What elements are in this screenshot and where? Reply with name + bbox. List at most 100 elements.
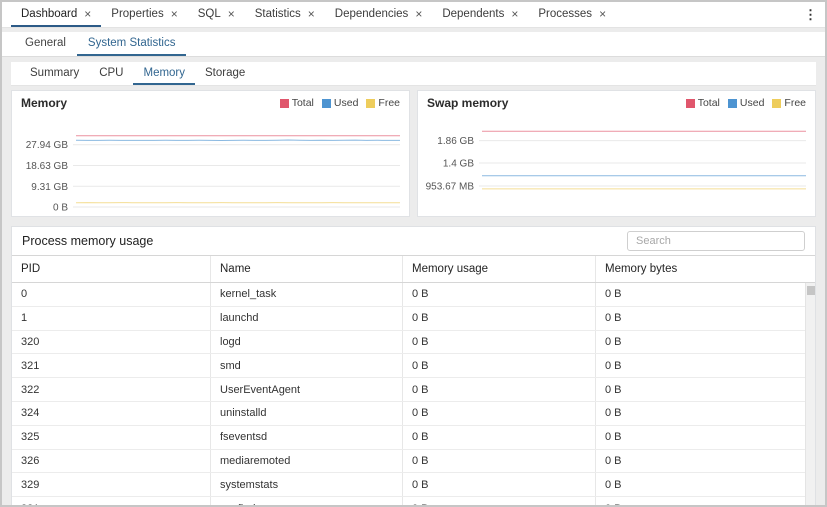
cell-memory-bytes: 0 B [596,331,815,354]
tab-label: Dependents [442,8,504,20]
column-header-name[interactable]: Name [211,256,403,282]
cell-memory-usage: 0 B [403,426,596,449]
close-icon[interactable]: × [415,8,422,20]
cell-pid: 321 [12,354,211,377]
legend-swatch-icon [728,99,737,108]
cell-memory-usage: 0 B [403,402,596,425]
cell-name: UserEventAgent [211,378,403,401]
process-panel-header: Process memory usage [12,227,815,255]
tab-label: Processes [538,8,592,20]
tab-processes[interactable]: Processes × [528,2,616,27]
table-row[interactable]: 329systemstats0 B0 B [12,473,815,497]
table-row[interactable]: 331configd0 B0 B [12,497,815,507]
legend-item-used: Used [322,97,359,109]
table-row[interactable]: 324uninstalld0 B0 B [12,402,815,426]
table-row[interactable]: 322UserEventAgent0 B0 B [12,378,815,402]
system-statistics-tabbar: SummaryCPUMemoryStorage [11,62,816,86]
cell-memory-usage: 0 B [403,497,596,507]
legend-label: Used [334,97,359,109]
swap-chart-header: Swap memory Total Used Free [418,91,815,115]
scrollbar-thumb[interactable] [807,286,815,295]
cell-name: launchd [211,307,403,330]
table-row[interactable]: 321smd0 B0 B [12,354,815,378]
legend-label: Free [378,97,400,109]
close-icon[interactable]: × [84,8,91,20]
column-header-memory-bytes[interactable]: Memory bytes [596,256,815,282]
memory-chart-legend: Total Used Free [280,97,400,109]
main-tabbar: Dashboard×Properties×SQL×Statistics×Depe… [2,2,825,28]
cell-pid: 329 [12,473,211,496]
svg-text:27.94 GB: 27.94 GB [26,140,69,151]
svg-text:1.86 GB: 1.86 GB [437,136,474,147]
memory-chart-canvas: 27.94 GB18.63 GB9.31 GB0 B [12,115,409,216]
process-table-body: 0kernel_task0 B0 B1launchd0 B0 B320logd0… [12,283,815,507]
cell-memory-bytes: 0 B [596,497,815,507]
table-row[interactable]: 0kernel_task0 B0 B [12,283,815,307]
cell-memory-bytes: 0 B [596,378,815,401]
column-header-pid[interactable]: PID [12,256,211,282]
tab-system-statistics[interactable]: System Statistics [77,32,187,56]
tab-storage[interactable]: Storage [195,62,255,85]
memory-chart-panel: Memory TotalUsedFree 27.94 GB18.63 GB9.3… [11,90,410,217]
cell-name: systemstats [211,473,403,496]
close-icon[interactable]: × [511,8,518,20]
cell-pid: 1 [12,307,211,330]
legend-swatch-icon [686,99,695,108]
process-panel-title: Process memory usage [22,234,153,248]
tab-label: Dependencies [335,8,409,20]
tab-dashboard[interactable]: Dashboard× [11,2,101,27]
kebab-menu-icon[interactable]: ⋮ [804,7,817,23]
table-row[interactable]: 320logd0 B0 B [12,331,815,355]
tab-dependents[interactable]: Dependents × [432,2,528,27]
legend-label: Total [698,97,720,109]
chart-svg: 27.94 GB18.63 GB9.31 GB0 B [12,115,409,216]
tab-memory[interactable]: Memory [133,62,195,85]
memory-chart-title: Memory [21,96,67,110]
close-icon[interactable]: × [599,8,606,20]
cell-memory-usage: 0 B [403,283,596,306]
pgadmin-dashboard-window: Dashboard×Properties×SQL×Statistics×Depe… [0,0,827,507]
close-icon[interactable]: × [171,8,178,20]
vertical-scrollbar[interactable] [805,283,815,507]
tab-general[interactable]: General [14,32,77,56]
table-row[interactable]: 326mediaremoted0 B0 B [12,450,815,474]
svg-text:953.67 MB: 953.67 MB [426,181,475,192]
table-row[interactable]: 325fseventsd0 B0 B [12,426,815,450]
tab-statistics[interactable]: Statistics× [245,2,325,27]
cell-name: configd [211,497,403,507]
process-table: PIDNameMemory usageMemory bytes 0kernel_… [12,255,815,507]
cell-memory-bytes: 0 B [596,450,815,473]
legend-swatch-icon [772,99,781,108]
tab-sql[interactable]: SQL × [188,2,245,27]
svg-text:9.31 GB: 9.31 GB [31,182,68,193]
close-icon[interactable]: × [308,8,315,20]
process-table-header-row: PIDNameMemory usageMemory bytes [12,256,815,283]
legend-item-free: Free [366,97,400,109]
cell-pid: 322 [12,378,211,401]
swap-memory-chart-panel: Swap memory Total Used Free 1.86 GB1.4 GB9… [417,90,816,217]
legend-label: Free [784,97,806,109]
tab-cpu[interactable]: CPU [89,62,133,85]
tab-dependencies[interactable]: Dependencies × [325,2,433,27]
cell-memory-usage: 0 B [403,450,596,473]
cell-memory-usage: 0 B [403,378,596,401]
tab-summary[interactable]: Summary [20,62,89,85]
cell-memory-bytes: 0 B [596,426,815,449]
memory-chart-header: Memory Total Used Free [12,91,409,115]
chart-svg: 1.86 GB1.4 GB953.67 MB [418,115,815,216]
legend-swatch-icon [280,99,289,108]
search-input[interactable] [627,231,805,251]
cell-pid: 331 [12,497,211,507]
svg-text:0 B: 0 B [53,203,68,214]
close-icon[interactable]: × [228,8,235,20]
cell-memory-bytes: 0 B [596,354,815,377]
legend-label: Used [740,97,765,109]
legend-item-total: Total [280,97,314,109]
tab-label: SQL [198,8,221,20]
swap-chart-legend: Total Used Free [686,97,806,109]
table-row[interactable]: 1launchd0 B0 B [12,307,815,331]
tab-properties[interactable]: Properties× [101,2,187,27]
column-header-memory-usage[interactable]: Memory usage [403,256,596,282]
legend-label: Total [292,97,314,109]
swap-chart-title: Swap memory [427,96,508,110]
